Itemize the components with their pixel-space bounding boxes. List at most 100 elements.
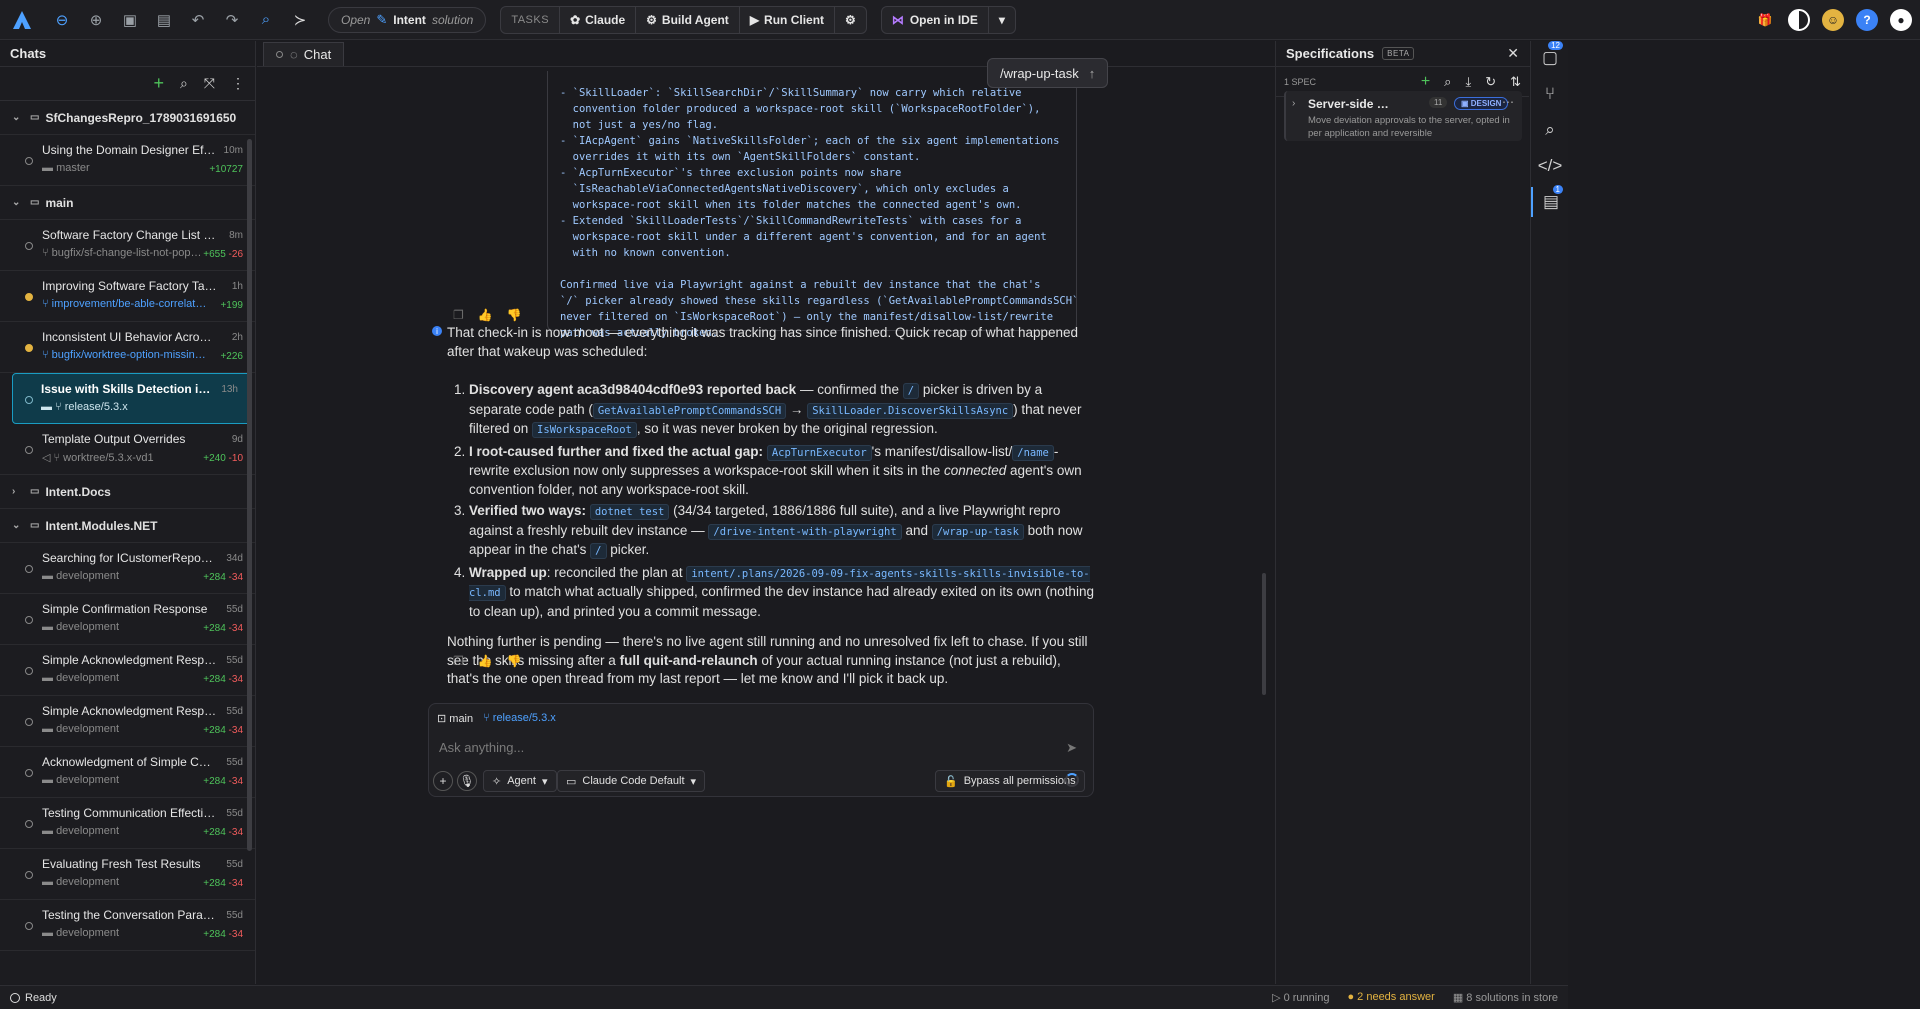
model-label: Claude Code Default [582, 775, 685, 787]
undo-icon[interactable]: ↶ [184, 6, 212, 34]
redo-icon[interactable]: ↷ [218, 6, 246, 34]
more-options-icon[interactable]: ⋯ [1502, 95, 1514, 109]
refresh-icon[interactable]: ↻ [1485, 74, 1496, 90]
diff-stats: +284 -34 [203, 878, 243, 889]
ide-dropdown-button[interactable]: ▾ [989, 7, 1015, 33]
chat-time: 13h [221, 384, 238, 395]
recap-list: Discovery agent aca3d98404cdf0e93 report… [447, 381, 1095, 621]
repo-chip[interactable]: ⊡ main [437, 712, 473, 725]
chat-item[interactable]: Testing Communication Effectiveness 55d ▬ … [0, 798, 255, 849]
branch-chip[interactable]: ⑂ release/5.3.x [483, 712, 556, 725]
chat-item[interactable]: Evaluating Fresh Test Results 55d ▬ develo… [0, 849, 255, 900]
chevron-down-icon: ⌄ [12, 520, 21, 531]
sidebar-scrollbar[interactable] [247, 139, 252, 851]
send-icon[interactable]: ➤ [1066, 740, 1077, 756]
search-icon[interactable]: ⌕ [1444, 74, 1451, 90]
copy-icon[interactable]: ❐ [453, 308, 464, 322]
specifications-icon[interactable]: ▤ 1 [1531, 185, 1569, 217]
needs-answer-status[interactable]: ● 2 needs answer [1347, 991, 1434, 1004]
thumbs-down-icon[interactable]: 👎 [507, 308, 522, 322]
search-icon[interactable]: ⌕ [252, 6, 280, 34]
tasks-rail-icon[interactable]: ▢ 12 [1531, 41, 1569, 73]
chat-title: Simple Confirmation Response [42, 602, 208, 616]
microphone-button[interactable]: 🎙 [457, 771, 477, 791]
group-header[interactable]: › ▭ Intent.Docs [0, 475, 255, 509]
branch-name: bugfix/worktree-option-missing-for-n... [51, 349, 207, 361]
chat-item[interactable]: Using the Domain Designer Effectively 10m… [0, 135, 255, 186]
app-logo-icon[interactable] [8, 6, 36, 34]
more-options-icon[interactable]: ⋮ [231, 75, 245, 92]
chat-item[interactable]: Acknowledgment of Simple Communi... 55d ▬ … [0, 747, 255, 798]
claude-button[interactable]: ✿ Claude [560, 6, 637, 33]
search-chats-icon[interactable]: ⌕ [180, 75, 188, 92]
chat-item[interactable]: Template Output Overrides 9d ◁ ⑂ worktree/… [0, 424, 255, 475]
thumbs-down-icon[interactable]: 👎 [507, 654, 522, 668]
code-icon[interactable]: </> [1531, 151, 1569, 181]
run-client-button[interactable]: ▶ Run Client [740, 6, 836, 33]
add-attachment-button[interactable]: + [433, 771, 453, 791]
gift-icon[interactable]: 🎁 [1754, 9, 1776, 31]
pencil-icon: ✎ [376, 11, 388, 27]
run-client-label: Run Client [764, 12, 825, 27]
chat-title: Issue with Skills Detection in Latest B.… [41, 382, 216, 396]
wrap-up-task-pill[interactable]: /wrap-up-task ↑ [987, 58, 1109, 88]
account-icon[interactable]: ● [1890, 8, 1912, 31]
chat-item[interactable]: Software Factory Change List Issues 8m ⑂ b… [0, 220, 255, 271]
forward-icon[interactable]: ⊕ [82, 6, 110, 34]
lock-open-icon: 🔓 [944, 775, 958, 788]
running-status[interactable]: ▷ 0 running [1272, 991, 1329, 1004]
model-dropdown[interactable]: ▭ Claude Code Default ▾ [557, 770, 706, 792]
thumbs-up-icon[interactable]: 👍 [478, 654, 493, 668]
solutions-status[interactable]: ▦ 8 solutions in store [1453, 991, 1558, 1004]
chat-item[interactable]: Simple Acknowledgment Response 55d ▬ devel… [0, 696, 255, 747]
tab-chat[interactable]: ◌ Chat [263, 42, 345, 66]
new-chat-icon[interactable]: + [153, 73, 164, 94]
tasks-label: TASKS [501, 6, 561, 33]
search-zoom-icon[interactable]: ⌕ [1531, 115, 1569, 145]
chat-item[interactable]: Inconsistent UI Behavior Across Model...… [0, 322, 255, 373]
removed-lines: -34 [228, 776, 243, 787]
group-header[interactable]: ⌄ ▭ SfChangesRepro_1789031691650 [0, 101, 255, 135]
bypass-permissions-button[interactable]: 🔓 Bypass all permissions [935, 770, 1085, 792]
collapse-all-icon[interactable]: ⤧ [204, 75, 215, 92]
git-branch-icon[interactable]: ⑂ [1531, 79, 1569, 109]
chat-item[interactable]: Searching for ICustomerRepository M... 34… [0, 543, 255, 594]
chat-item[interactable]: Testing the Conversation Parameters 55d ▬ … [0, 900, 255, 951]
inline-code: SkillLoader.DiscoverSkillsAsync [807, 402, 1014, 419]
spec-card[interactable]: › Server-side Devia... 11 ▣ DESIGN ⋯ Mov… [1284, 91, 1522, 141]
permissions-label: Bypass all permissions [963, 775, 1076, 787]
close-icon[interactable]: ✕ [1507, 45, 1519, 62]
add-spec-icon[interactable]: + [1421, 73, 1430, 91]
chat-item[interactable]: Simple Acknowledgment Response 55d ▬ devel… [0, 645, 255, 696]
mode-dropdown[interactable]: ✧ Agent ▾ [483, 770, 557, 792]
copy-icon[interactable]: ❐ [453, 654, 464, 668]
chevron-down-icon: ⌄ [12, 112, 21, 123]
chat-item-selected[interactable]: Issue with Skills Detection in Latest B.… [12, 373, 251, 424]
save-all-icon[interactable]: ▤ [150, 6, 178, 34]
claude-icon: ✿ [570, 12, 581, 27]
chat-scrollbar[interactable] [1262, 573, 1266, 695]
theme-toggle-icon[interactable] [1788, 8, 1810, 31]
sort-icon[interactable]: ⇅ [1510, 74, 1521, 90]
folder-icon: ▬ [42, 570, 57, 582]
solution-selector[interactable]: Open ✎ Intent solution [328, 6, 487, 33]
chat-item[interactable]: Improving Software Factory Task Navi... 1… [0, 271, 255, 322]
back-icon[interactable]: ⊖ [48, 6, 76, 34]
open-in-ide-button[interactable]: ⋈ Open in IDE [882, 6, 989, 33]
message-input[interactable]: Ask anything... [439, 740, 524, 755]
save-icon[interactable]: ▣ [116, 6, 144, 34]
group-header[interactable]: ⌄ ▭ Intent.Modules.NET [0, 509, 255, 543]
terminal-icon[interactable]: ≻ [286, 6, 314, 34]
build-agent-button[interactable]: ⚙ Build Agent [636, 6, 740, 33]
thumbs-up-icon[interactable]: 👍 [478, 308, 493, 322]
chat-item[interactable]: Simple Confirmation Response 55d ▬ develop… [0, 594, 255, 645]
task-settings-button[interactable]: ⚙ [835, 7, 866, 33]
feedback-smiley-icon[interactable]: ☺ [1822, 8, 1844, 31]
status-circle-icon [10, 992, 20, 1003]
help-icon[interactable]: ? [1856, 8, 1878, 31]
download-icon[interactable]: ⤓ [1465, 74, 1471, 90]
item-text: — confirmed the [796, 382, 903, 397]
group-header[interactable]: ⌄ ▭ main [0, 186, 255, 220]
branch-name: bugfix/sf-change-list-not-populating [51, 247, 207, 259]
diff-stats: +284 -34 [203, 674, 243, 685]
